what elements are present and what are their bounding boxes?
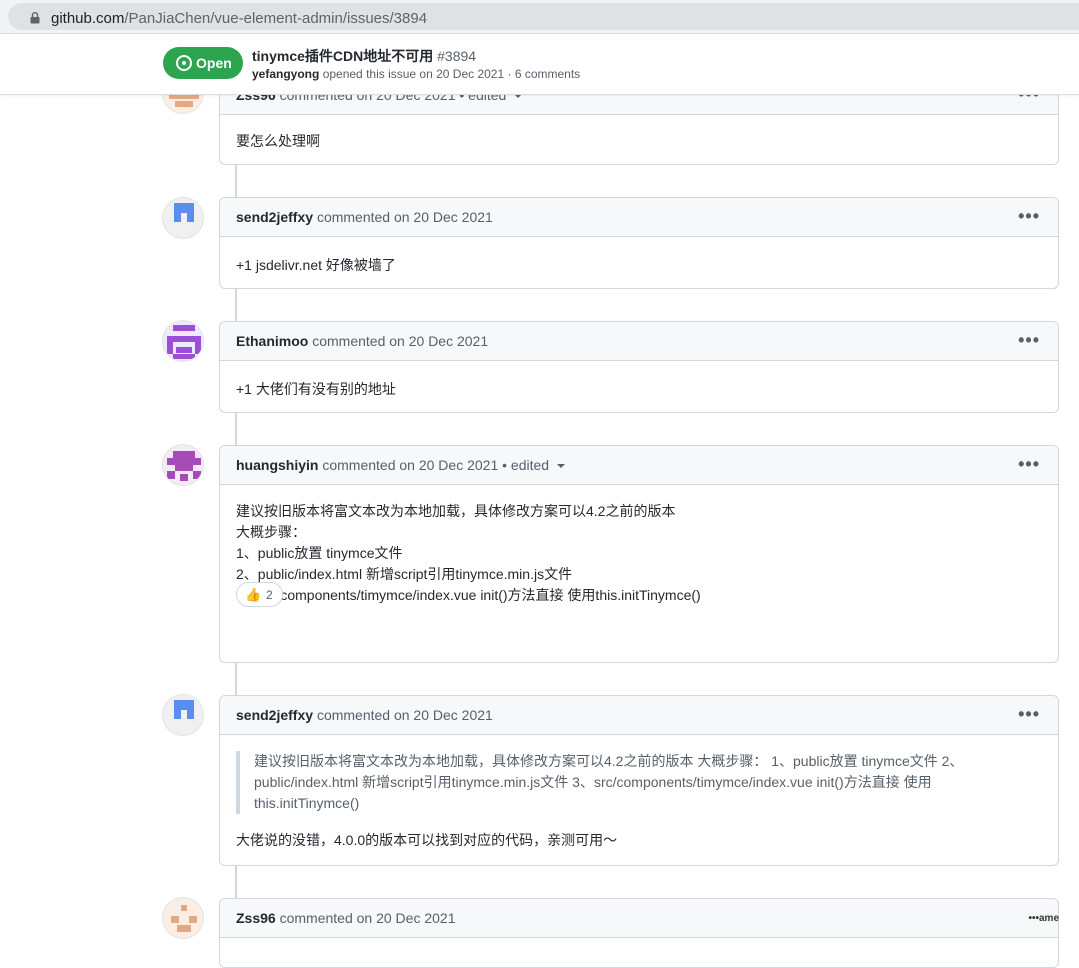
avatar[interactable] (162, 444, 204, 486)
identicon-icon (174, 203, 194, 222)
issue-number: #3894 (437, 48, 477, 64)
identicon-icon (167, 451, 201, 481)
issue-opened-icon (176, 55, 192, 71)
more-options-icon[interactable]: ••• (1018, 330, 1040, 351)
reaction-thumbs-up[interactable]: 👍 2 (236, 582, 283, 607)
watermark: •••ame (1028, 913, 1059, 924)
comment-author[interactable]: send2jeffxy commented on 20 Dec 2021 (236, 209, 493, 225)
comment-body: +1 大佬们有没有别的地址 (236, 381, 396, 397)
issue-subtitle: yefangyong opened this issue on 20 Dec 2… (252, 67, 580, 81)
body-line: 建议按旧版本将富文本改为本地加载，具体修改方案可以4.2之前的版本 (236, 503, 676, 519)
comment-author[interactable]: Ethanimoo commented on 20 Dec 2021 (236, 333, 488, 349)
thumbs-up-icon: 👍 (245, 587, 262, 602)
issue-title[interactable]: tinymce插件CDN地址不可用 #3894 (252, 46, 476, 66)
avatar[interactable] (162, 197, 204, 239)
issue-state-badge: Open (163, 47, 243, 79)
body-line: 1、public放置 tinymce文件 (236, 545, 403, 561)
body-line: 3、src/components/timymce/index.vue init(… (236, 587, 701, 603)
avatar[interactable] (162, 897, 204, 939)
comment-meta: commented on 20 Dec 2021 • edited (322, 457, 550, 473)
comment-author[interactable]: huangshiyin commented on 20 Dec 2021 • e… (236, 457, 566, 473)
comment-meta: commented on 20 Dec 2021 (316, 209, 493, 225)
blockquote: 建议按旧版本将富文本改为本地加载，具体修改方案可以4.2之前的版本 大概步骤： … (236, 751, 968, 814)
comment-meta: commented on 20 Dec 2021 (316, 707, 493, 723)
comment-body: 建议按旧版本将富文本改为本地加载，具体修改方案可以4.2之前的版本 大概步骤： … (236, 501, 1042, 606)
address-bar[interactable]: github.com/PanJiaChen/vue-element-admin/… (8, 3, 1079, 30)
comment-body: +1 jsdelivr.net 好像被墙了 (236, 257, 396, 273)
comment-header: huangshiyin commented on 20 Dec 2021 • e… (220, 446, 1058, 485)
comment-card: huangshiyin commented on 20 Dec 2021 • e… (219, 445, 1059, 663)
reaction-count: 2 (266, 588, 273, 602)
comment-card: send2jeffxy commented on 20 Dec 2021 •••… (219, 695, 1059, 866)
comment-card: Ethanimoo commented on 20 Dec 2021 ••• +… (219, 321, 1059, 413)
comment-header: Ethanimoo commented on 20 Dec 2021 ••• (220, 322, 1058, 361)
quote-line: 建议按旧版本将富文本改为本地加载，具体修改方案可以4.2之前的版本 大概步骤： … (254, 753, 964, 769)
url-path: /PanJiaChen/vue-element-admin/issues/389… (124, 10, 428, 27)
sticky-issue-header: Open tinymce插件CDN地址不可用 #3894 yefangyong … (0, 35, 1079, 95)
body-line: 2、public/index.html 新增script引用tinymce.mi… (236, 566, 573, 582)
identicon-icon (174, 700, 194, 719)
browser-toolbar: github.com/PanJiaChen/vue-element-admin/… (0, 0, 1079, 34)
comment-meta: commented on 20 Dec 2021 (279, 910, 456, 926)
comment-author[interactable]: send2jeffxy commented on 20 Dec 2021 (236, 707, 493, 723)
url-host: github.com (51, 10, 125, 27)
quote-line: this.initTinymce() (254, 795, 360, 811)
comment-body: 要怎么处理啊 (236, 133, 320, 149)
comment-header: send2jeffxy commented on 20 Dec 2021 ••• (220, 198, 1058, 237)
avatar[interactable] (162, 320, 204, 362)
comment-meta: commented on 20 Dec 2021 (312, 333, 489, 349)
issue-meta: opened this issue on 20 Dec 2021 · 6 com… (322, 67, 581, 81)
caret-down-icon[interactable] (557, 464, 566, 469)
quote-line: public/index.html 新增script引用tinymce.min.… (254, 774, 932, 790)
url-text: github.com/PanJiaChen/vue-element-admin/… (51, 10, 427, 27)
comment-body: 大佬说的没错，4.0.0的版本可以找到对应的代码，亲测可用～ (236, 832, 618, 848)
issue-state-label: Open (196, 55, 232, 71)
more-options-icon[interactable]: ••• (1018, 454, 1040, 475)
comment-author[interactable]: Zss96 commented on 20 Dec 2021 (236, 910, 455, 926)
identicon-icon (171, 905, 197, 932)
comment-header: Zss96 commented on 20 Dec 2021 (220, 899, 1058, 938)
more-options-icon[interactable]: ••• (1018, 704, 1040, 725)
identicon-icon (167, 325, 201, 359)
comment-header: send2jeffxy commented on 20 Dec 2021 ••• (220, 696, 1058, 735)
avatar[interactable] (162, 694, 204, 736)
body-line: 大概步骤： (236, 524, 306, 540)
more-options-icon[interactable]: ••• (1018, 206, 1040, 227)
more-options-icon[interactable]: ••• (1028, 913, 1039, 924)
comment-card: Zss96 commented on 20 Dec 2021 (219, 898, 1059, 968)
lock-icon (30, 12, 40, 24)
comment-card: send2jeffxy commented on 20 Dec 2021 •••… (219, 197, 1059, 289)
issue-author[interactable]: yefangyong (252, 67, 319, 81)
